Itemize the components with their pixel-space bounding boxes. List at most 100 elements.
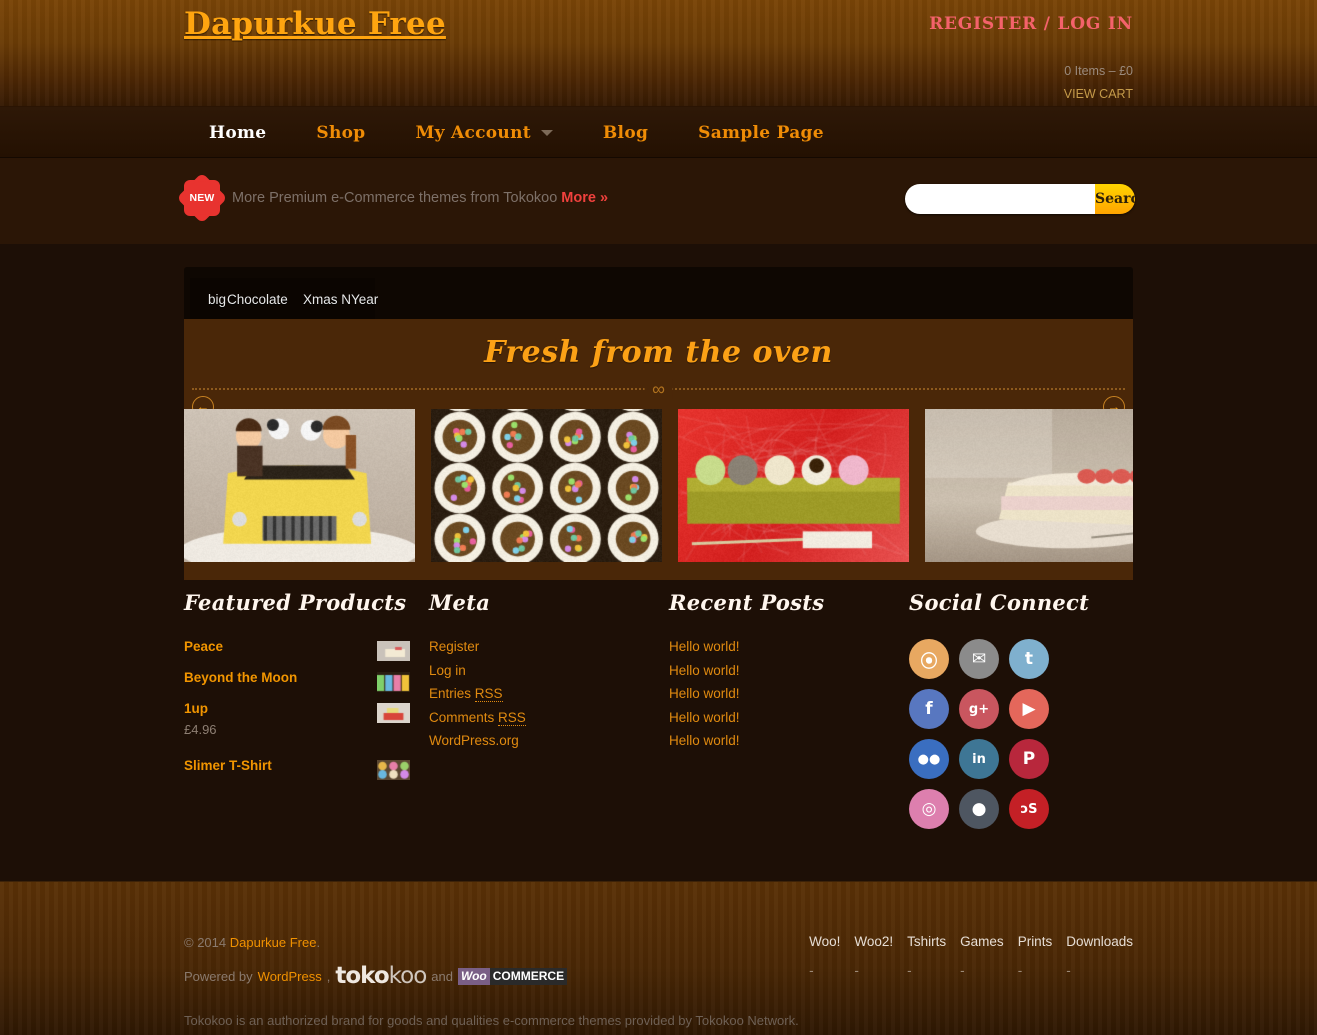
search-button[interactable]: Search <box>1095 184 1135 214</box>
slider-thumb-label-2[interactable]: Chocolate <box>227 292 288 307</box>
main-navigation: Home Shop My Account Blog Sample Page <box>0 107 1317 158</box>
dribbble-icon[interactable]: ◎ <box>909 789 949 829</box>
recent-post-list: Hello world! Hello world! Hello world! H… <box>669 639 909 748</box>
footer-nav-item[interactable]: Prints <box>1018 934 1053 949</box>
product-thumbnail[interactable] <box>377 760 410 780</box>
slider-thumb-label-1[interactable]: big <box>208 292 226 307</box>
promo-more-link[interactable]: More » <box>561 190 608 206</box>
meta-link-entries-rss[interactable]: Entries RSS <box>429 686 669 701</box>
tokokoo-logo-light: koo <box>389 963 427 989</box>
product-card-list <box>184 409 1133 562</box>
featured-product-row[interactable]: 1up £4.96 <box>184 701 410 737</box>
footer-nav-item[interactable]: Games <box>960 934 1004 949</box>
nav-item-home[interactable]: Home <box>184 107 291 158</box>
nav-label-blog: Blog <box>603 123 648 143</box>
widget-title: Meta <box>429 590 669 615</box>
powered-comma: , <box>327 969 331 984</box>
recent-post-link[interactable]: Hello world! <box>669 686 909 701</box>
recent-post-link[interactable]: Hello world! <box>669 663 909 678</box>
wordpress-link[interactable]: WordPress <box>258 969 322 984</box>
tokokoo-logo: tokokoo <box>335 963 426 989</box>
site-logo[interactable]: Dapurkue Free <box>184 6 446 42</box>
new-badge-label: NEW <box>184 180 220 216</box>
copyright-prefix: © 2014 <box>184 935 226 950</box>
meta-link-wordpress-org[interactable]: WordPress.org <box>429 733 669 748</box>
rss-icon[interactable]: ⦿ <box>909 639 949 679</box>
footer-navigation: Woo! - Woo2! - Tshirts - Games - Prints - Download… <box>809 934 1133 978</box>
facebook-icon[interactable]: f <box>909 689 949 729</box>
woocommerce-logo-commerce: COMMERCE <box>490 968 567 985</box>
product-name[interactable]: 1up <box>184 701 217 716</box>
product-price: £4.96 <box>184 722 217 737</box>
meta-link-login[interactable]: Log in <box>429 663 669 678</box>
featured-product-row[interactable]: Beyond the Moon <box>184 670 410 692</box>
meta-link-comments-rss[interactable]: Comments RSS <box>429 710 669 725</box>
googleplus-icon[interactable]: g+ <box>959 689 999 729</box>
recent-post-link[interactable]: Hello world! <box>669 733 909 748</box>
view-cart-link[interactable]: VIEW CART <box>1064 87 1133 101</box>
nav-item-my-account[interactable]: My Account <box>390 107 577 158</box>
footer-nav-dash: - <box>1066 963 1133 978</box>
footer-copyright: © 2014 Dapurkue Free. <box>184 935 320 950</box>
nav-item-shop[interactable]: Shop <box>291 107 390 158</box>
woocommerce-logo-woo: Woo <box>458 968 490 985</box>
product-card[interactable] <box>925 409 1133 562</box>
promo-message: NEW More Premium e-Commerce themes from … <box>184 180 608 216</box>
divider-ornament-icon: ∞ <box>644 379 673 399</box>
woocommerce-logo: Woo COMMERCE <box>458 968 567 985</box>
github-icon[interactable]: ● <box>959 789 999 829</box>
powered-prefix: Powered by <box>184 969 253 984</box>
product-name[interactable]: Beyond the Moon <box>184 670 297 685</box>
account-separator: / <box>1044 14 1051 34</box>
nav-item-sample-page[interactable]: Sample Page <box>673 107 849 158</box>
twitter-icon[interactable]: t <box>1009 639 1049 679</box>
meta-link-list: Register Log in Entries RSS Comments RSS… <box>429 639 669 748</box>
flickr-icon[interactable]: ●● <box>909 739 949 779</box>
footer-nav-dash: - <box>1018 963 1053 978</box>
copyright-site-link[interactable]: Dapurkue Free <box>230 935 317 950</box>
slider-thumb-label-3[interactable]: Xmas NYear <box>303 292 378 307</box>
register-link[interactable]: REGISTER <box>929 14 1037 34</box>
footer-nav-item[interactable]: Woo! <box>809 934 840 949</box>
widget-meta: Meta Register Log in Entries RSS Comment… <box>429 590 669 829</box>
nav-label-home: Home <box>209 123 266 143</box>
nav-item-blog[interactable]: Blog <box>578 107 673 158</box>
widget-title: Featured Products <box>184 590 429 615</box>
featured-product-row[interactable]: Slimer T-Shirt <box>184 758 410 780</box>
page-root: Dapurkue Free REGISTER / LOG IN 0 Items … <box>0 0 1317 1035</box>
featured-slider: big Chocolate Xmas NYear Fresh from the … <box>184 267 1133 580</box>
recent-post-link[interactable]: Hello world! <box>669 710 909 725</box>
product-thumbnail[interactable] <box>377 672 410 692</box>
copyright-suffix: . <box>316 935 320 950</box>
email-icon[interactable]: ✉ <box>959 639 999 679</box>
recent-post-link[interactable]: Hello world! <box>669 639 909 654</box>
product-thumbnail[interactable] <box>377 703 410 723</box>
footer-nav-item[interactable]: Woo2! <box>854 934 893 949</box>
footer-widgets: Featured Products Peace Beyond the Moon … <box>184 590 1144 829</box>
site-footer: © 2014 Dapurkue Free. Powered by WordPre… <box>0 882 1317 1035</box>
product-card[interactable] <box>678 409 909 562</box>
product-name[interactable]: Peace <box>184 639 223 654</box>
site-header: Dapurkue Free REGISTER / LOG IN 0 Items … <box>0 0 1317 107</box>
meta-link-text: Entries <box>429 686 475 701</box>
lastfm-icon[interactable]: ɔS <box>1009 789 1049 829</box>
login-link[interactable]: LOG IN <box>1058 14 1134 34</box>
footer-nav-item[interactable]: Downloads <box>1066 934 1133 949</box>
product-card[interactable] <box>431 409 662 562</box>
meta-link-register[interactable]: Register <box>429 639 669 654</box>
new-badge-icon: NEW <box>184 180 220 216</box>
featured-product-row[interactable]: Peace <box>184 639 410 661</box>
linkedin-icon[interactable]: in <box>959 739 999 779</box>
search-input[interactable] <box>905 184 1095 214</box>
pinterest-icon[interactable]: P <box>1009 739 1049 779</box>
promo-text: More Premium e-Commerce themes from Toko… <box>232 190 557 206</box>
footer-nav-item[interactable]: Tshirts <box>907 934 946 949</box>
widget-featured-products: Featured Products Peace Beyond the Moon … <box>184 590 429 829</box>
product-name[interactable]: Slimer T-Shirt <box>184 758 272 773</box>
product-thumbnail[interactable] <box>377 641 410 661</box>
social-icon-grid: ⦿ ✉ t f g+ ▶ ●● in P ◎ ● ɔS <box>909 639 1089 829</box>
youtube-icon[interactable]: ▶ <box>1009 689 1049 729</box>
nav-label-sample-page: Sample Page <box>698 123 824 143</box>
product-card[interactable] <box>184 409 415 562</box>
slider-thumb-labels[interactable]: big Chocolate Xmas NYear <box>190 278 375 320</box>
